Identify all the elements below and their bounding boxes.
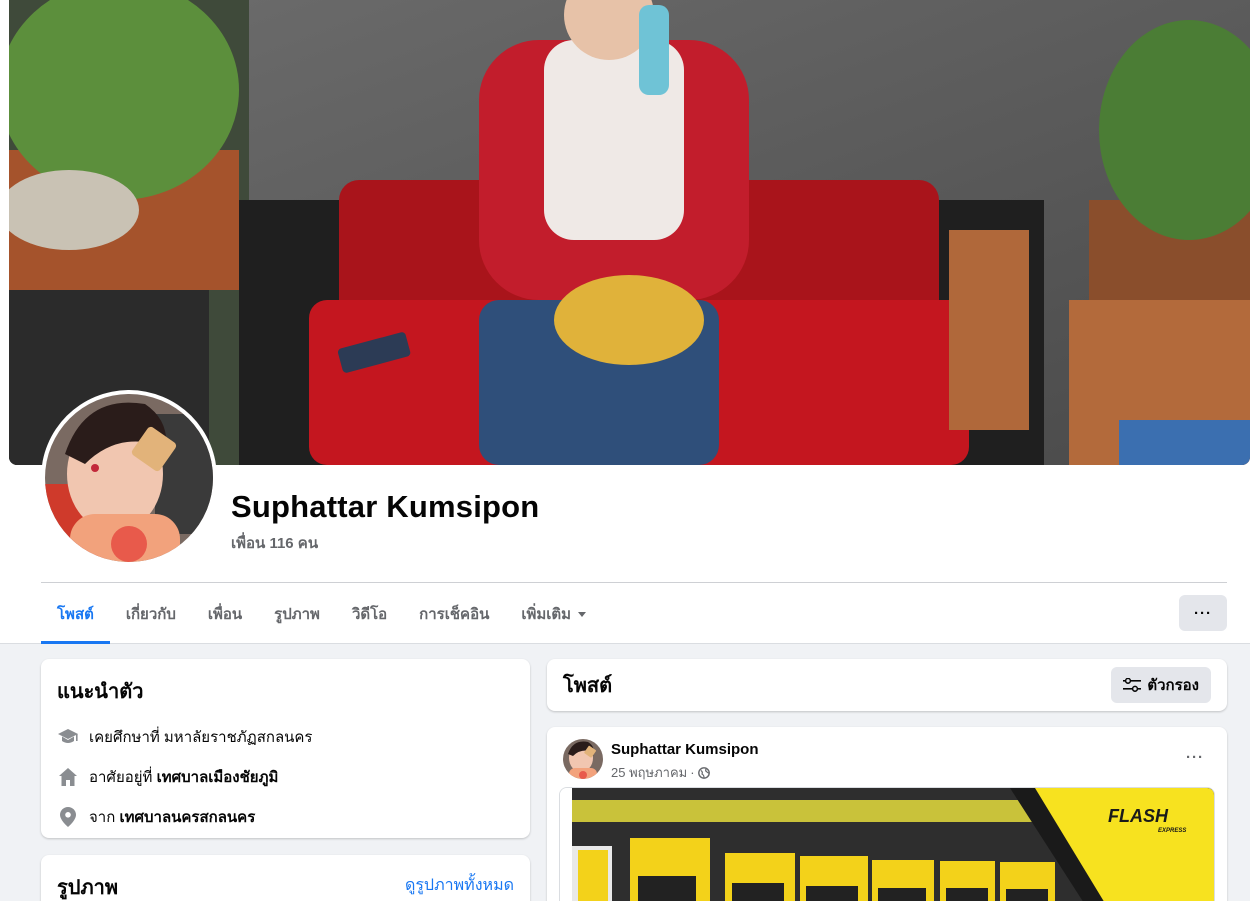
tab-label: เพิ่มเติม (521, 606, 572, 623)
posts-title: โพสต์ (563, 675, 613, 697)
filter-label: ตัวกรอง (1147, 677, 1199, 694)
filter-icon (1123, 678, 1142, 692)
post-author-name[interactable]: Suphattar Kumsipon (611, 741, 759, 758)
profile-header: Suphattar Kumsipon เพื่อน 116 คน โพสต์ เ… (0, 0, 1250, 644)
tab-label: วิดีโอ (351, 606, 388, 623)
globe-icon (697, 766, 710, 779)
location-pin-icon (57, 806, 79, 828)
post-avatar-image (563, 739, 603, 779)
intro-card: แนะนำตัว เคยศึกษาที่ มหาลัยราชภัฏสกลนคร … (41, 659, 530, 838)
tab-label: รูปภาพ (274, 606, 320, 623)
intro-lives-in: อาศัยอยู่ที่ เทศบาลเมืองชัยภูมิ (57, 767, 514, 787)
friend-count[interactable]: เพื่อน 116 คน (231, 531, 318, 555)
intro-education-text: เคยศึกษาที่ มหาลัยราชภัฏสกลนคร (89, 729, 313, 746)
post-image-graphic: FLASH EXPRESS (560, 788, 1214, 901)
intro-from: จาก เทศบาลนครสกลนคร (57, 807, 514, 827)
tab-friends[interactable]: เพื่อน (192, 584, 258, 644)
home-icon (57, 766, 79, 788)
posts-header: โพสต์ ตัวกรอง (547, 659, 1227, 711)
meta-separator: · (690, 765, 695, 780)
intro-title: แนะนำตัว (57, 681, 144, 703)
intro-from-place[interactable]: เทศบาลนครสกลนคร (119, 805, 255, 829)
intro-education: เคยศึกษาที่ มหาลัยราชภัฏสกลนคร (57, 727, 514, 747)
caret-down-icon (578, 611, 587, 617)
intro-from-prefix: จาก (89, 809, 116, 826)
tab-label: โพสต์ (57, 606, 94, 623)
profile-tabs: โพสต์ เกี่ยวกับ เพื่อน รูปภาพ วิดีโอ การ… (41, 584, 602, 644)
intro-lives-in-place[interactable]: เทศบาลเมืองชัยภูมิ (157, 765, 279, 789)
tab-posts[interactable]: โพสต์ (41, 584, 110, 644)
header-divider (41, 582, 1227, 583)
intro-lives-in-prefix: อาศัยอยู่ที่ (89, 769, 153, 786)
tab-videos[interactable]: วิดีโอ (336, 584, 403, 644)
post-meta: 25 พฤษภาคม · (611, 762, 710, 783)
post-card: Suphattar Kumsipon 25 พฤษภาคม · ··· FLAS… (547, 727, 1227, 901)
flash-logo-subtext: EXPRESS (1158, 828, 1186, 834)
profile-avatar[interactable] (41, 390, 217, 566)
profile-name: Suphattar Kumsipon (231, 489, 540, 524)
tab-label: เกี่ยวกับ (125, 606, 176, 623)
tab-about[interactable]: เกี่ยวกับ (110, 584, 192, 644)
more-options-button[interactable]: ··· (1179, 595, 1227, 631)
tab-label: การเช็คอิน (419, 606, 490, 623)
tab-photos[interactable]: รูปภาพ (258, 584, 336, 644)
see-all-photos-link[interactable]: ดูรูปภาพทั้งหมด (405, 873, 514, 898)
post-options-button[interactable]: ··· (1177, 745, 1213, 769)
flash-logo-text: FLASH (1108, 806, 1169, 826)
profile-avatar-image (45, 394, 213, 562)
tab-more[interactable]: เพิ่มเติม (505, 584, 602, 644)
post-date[interactable]: 25 พฤษภาคม (611, 762, 687, 783)
graduation-cap-icon (57, 726, 79, 748)
post-image[interactable]: FLASH EXPRESS (559, 787, 1215, 901)
tab-checkins[interactable]: การเช็คอิน (403, 584, 505, 644)
photos-card: รูปภาพ ดูรูปภาพทั้งหมด (41, 855, 530, 901)
filter-button[interactable]: ตัวกรอง (1111, 667, 1211, 703)
photos-title: รูปภาพ (57, 877, 119, 899)
post-author-avatar[interactable] (563, 739, 603, 779)
tab-label: เพื่อน (207, 606, 243, 623)
